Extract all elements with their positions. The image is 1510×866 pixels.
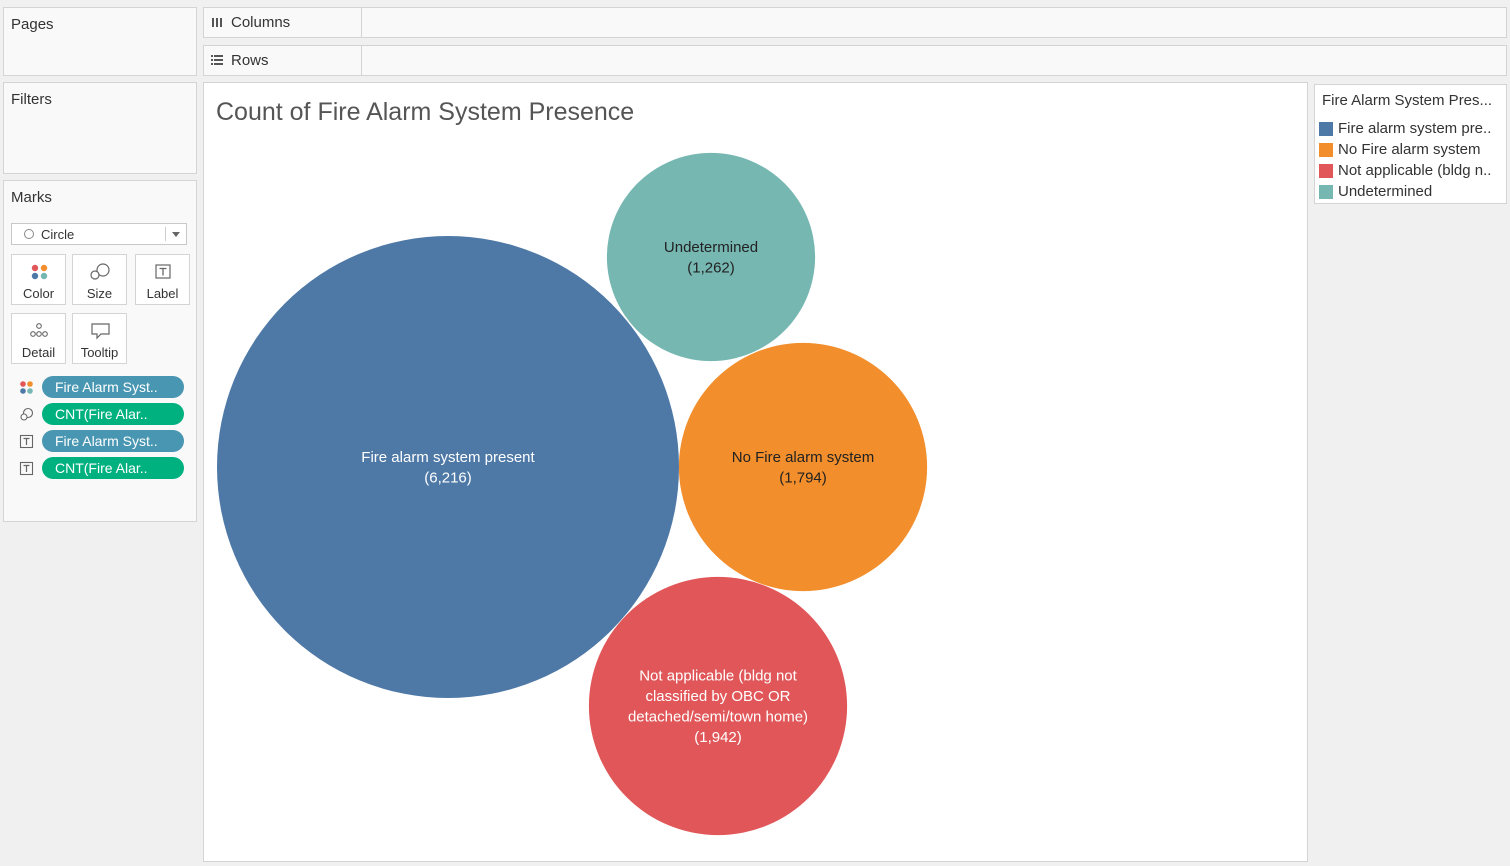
legend-swatch	[1319, 164, 1333, 178]
bubble-mark[interactable]	[678, 342, 928, 592]
filters-card[interactable]: Filters	[3, 82, 197, 174]
columns-shelf-label: Columns	[204, 8, 362, 37]
size-field-pill[interactable]: CNT(Fire Alar..	[42, 403, 184, 425]
label-icon	[19, 434, 34, 449]
bubble-chart[interactable]: Fire alarm system present (6,216)Undeterm…	[204, 83, 1309, 863]
tooltip-icon	[91, 323, 110, 340]
label-icon	[19, 461, 34, 476]
label-measure-pill[interactable]: CNT(Fire Alar..	[42, 457, 184, 479]
legend-item[interactable]: Fire alarm system pre..	[1319, 119, 1505, 139]
label-button[interactable]: Label	[135, 254, 190, 305]
tooltip-label: Tooltip	[80, 345, 119, 360]
legend-label: Fire alarm system pre..	[1338, 120, 1492, 137]
bubble-mark[interactable]	[217, 236, 679, 698]
chart-view[interactable]: Count of Fire Alarm System Presence Fire…	[203, 82, 1308, 862]
legend-item[interactable]: Not applicable (bldg n..	[1319, 161, 1505, 181]
detail-label: Detail	[21, 345, 56, 360]
color-field-pill[interactable]: Fire Alarm Syst..	[42, 376, 184, 398]
columns-label: Columns	[231, 14, 291, 31]
size-icon	[20, 407, 34, 421]
columns-shelf[interactable]: Columns	[203, 7, 1507, 38]
bubble-mark[interactable]	[588, 576, 848, 836]
label-icon	[155, 264, 171, 279]
marks-title: Marks	[11, 189, 52, 206]
legend-item[interactable]: No Fire alarm system	[1319, 140, 1505, 160]
size-icon	[90, 263, 110, 280]
mark-type-value: Circle	[41, 227, 75, 242]
filters-title: Filters	[11, 91, 52, 108]
color-button[interactable]: Color	[11, 254, 66, 305]
columns-icon	[212, 18, 222, 27]
rows-shelf[interactable]: Rows	[203, 45, 1507, 76]
pages-title: Pages	[11, 16, 54, 33]
legend-label: No Fire alarm system	[1338, 141, 1481, 158]
mark-type-dropdown[interactable]: Circle	[11, 223, 187, 245]
rows-icon	[211, 55, 223, 65]
tooltip-button[interactable]: Tooltip	[72, 313, 127, 364]
bubble-mark[interactable]	[606, 152, 816, 362]
legend-swatch	[1319, 185, 1333, 199]
rows-shelf-label: Rows	[204, 46, 362, 75]
pages-card: Pages	[3, 7, 197, 76]
legend-label: Undetermined	[1338, 183, 1433, 200]
label-field-pill[interactable]: Fire Alarm Syst..	[42, 430, 184, 452]
color-legend: Fire Alarm System Pres... Fire alarm sys…	[1314, 84, 1507, 204]
color-icon	[31, 264, 48, 280]
size-label: Size	[86, 286, 113, 301]
legend-swatch	[1319, 122, 1333, 136]
legend-swatch	[1319, 143, 1333, 157]
color-icon	[20, 381, 33, 394]
label-label: Label	[146, 286, 179, 301]
rows-label: Rows	[231, 52, 269, 69]
size-button[interactable]: Size	[72, 254, 127, 305]
legend-label: Not applicable (bldg n..	[1338, 162, 1492, 179]
chevron-down-icon	[172, 232, 180, 237]
marks-card: Marks Circle Color Size Label Detail Too…	[3, 180, 197, 522]
color-label: Color	[22, 286, 55, 301]
detail-button[interactable]: Detail	[11, 313, 66, 364]
detail-icon	[30, 323, 48, 337]
circle-mark-icon	[24, 229, 34, 239]
legend-item[interactable]: Undetermined	[1319, 182, 1505, 202]
legend-title: Fire Alarm System Pres...	[1322, 92, 1493, 109]
